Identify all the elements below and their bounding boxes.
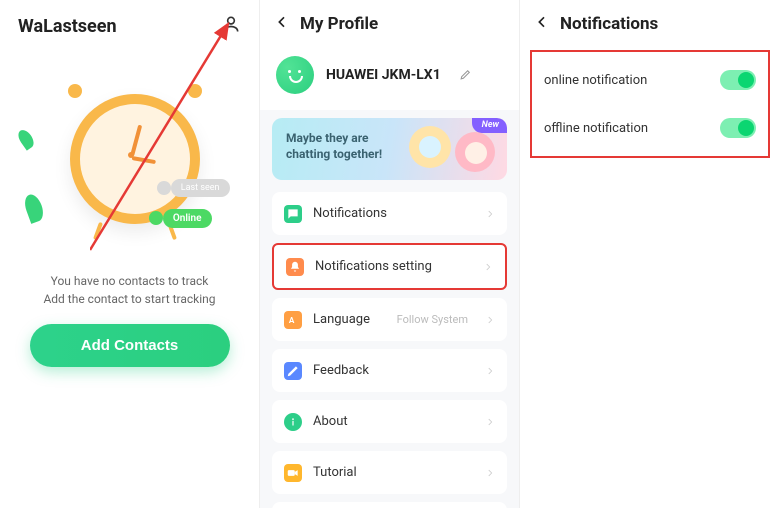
menu-sublabel: Follow System bbox=[397, 313, 468, 326]
svg-text:A: A bbox=[289, 314, 295, 324]
empty-line1: You have no contacts to track bbox=[20, 272, 239, 290]
page-title: My Profile bbox=[300, 14, 378, 34]
back-icon[interactable] bbox=[274, 14, 290, 34]
chevron-right-icon bbox=[485, 310, 495, 329]
toggle-offline[interactable] bbox=[720, 118, 756, 138]
menu-label: Language bbox=[313, 312, 386, 327]
menu-label: Notifications bbox=[313, 206, 474, 221]
chat-icon bbox=[284, 205, 302, 223]
video-icon bbox=[284, 464, 302, 482]
app-title: WaLastseen bbox=[18, 16, 117, 37]
chevron-right-icon bbox=[485, 361, 495, 380]
empty-line2: Add the contact to start tracking bbox=[20, 290, 239, 308]
bubble-lastseen: Last seen bbox=[171, 179, 230, 197]
menu-label: Tutorial bbox=[313, 465, 474, 480]
home-header: WaLastseen bbox=[0, 0, 259, 44]
menu-label: Notifications setting bbox=[315, 259, 472, 274]
notifications-header: Notifications bbox=[520, 0, 780, 44]
toggle-online[interactable] bbox=[720, 70, 756, 90]
chevron-right-icon bbox=[485, 412, 495, 431]
profile-header: My Profile bbox=[260, 0, 519, 44]
menu-feedback[interactable]: Feedback bbox=[272, 349, 507, 392]
bell-icon bbox=[286, 258, 304, 276]
add-contacts-button[interactable]: Add Contacts bbox=[30, 324, 230, 367]
device-name: HUAWEI JKM-LX1 bbox=[326, 67, 441, 83]
menu-label: About bbox=[313, 414, 474, 429]
bubble-online: Online bbox=[163, 209, 212, 228]
notification-toggle-list: online notification offline notification bbox=[530, 50, 770, 158]
page-title: Notifications bbox=[560, 14, 658, 34]
menu-notifications[interactable]: Notifications bbox=[272, 192, 507, 235]
menu-label: Feedback bbox=[313, 363, 474, 378]
menu-notifications-setting[interactable]: Notifications setting bbox=[272, 243, 507, 290]
chevron-right-icon bbox=[485, 463, 495, 482]
promo-text: Maybe they are chatting together! bbox=[286, 130, 406, 162]
menu-about[interactable]: About bbox=[272, 400, 507, 443]
back-icon[interactable] bbox=[534, 14, 550, 34]
toggle-label: offline notification bbox=[544, 121, 648, 136]
toggle-row-online: online notification bbox=[532, 56, 768, 104]
menu-list: Notifications Notifications setting A La… bbox=[260, 192, 519, 508]
pencil-icon bbox=[284, 362, 302, 380]
empty-state-text: You have no contacts to track Add the co… bbox=[20, 272, 239, 308]
screen-my-profile: My Profile HUAWEI JKM-LX1 New Maybe they… bbox=[260, 0, 520, 508]
profile-row: HUAWEI JKM-LX1 bbox=[260, 44, 519, 110]
screen-notifications: Notifications online notification offlin… bbox=[520, 0, 780, 508]
toggle-label: online notification bbox=[544, 73, 647, 88]
promo-badge: New bbox=[472, 118, 507, 133]
lang-icon: A bbox=[284, 311, 302, 329]
edit-icon[interactable] bbox=[453, 66, 472, 85]
toggle-row-offline: offline notification bbox=[532, 104, 768, 152]
chevron-right-icon bbox=[485, 204, 495, 223]
info-icon bbox=[284, 413, 302, 431]
empty-state-illustration: Last seen Online bbox=[20, 74, 240, 254]
screen-home: WaLastseen Last seen Online You have no … bbox=[0, 0, 260, 508]
promo-banner[interactable]: New Maybe they are chatting together! bbox=[272, 118, 507, 180]
menu-language[interactable]: A Language Follow System bbox=[272, 298, 507, 341]
avatar[interactable] bbox=[276, 56, 314, 94]
menu-learn-more[interactable]: Learn More bbox=[272, 502, 507, 508]
menu-tutorial[interactable]: Tutorial bbox=[272, 451, 507, 494]
chevron-right-icon bbox=[483, 257, 493, 276]
profile-icon[interactable] bbox=[221, 14, 241, 38]
